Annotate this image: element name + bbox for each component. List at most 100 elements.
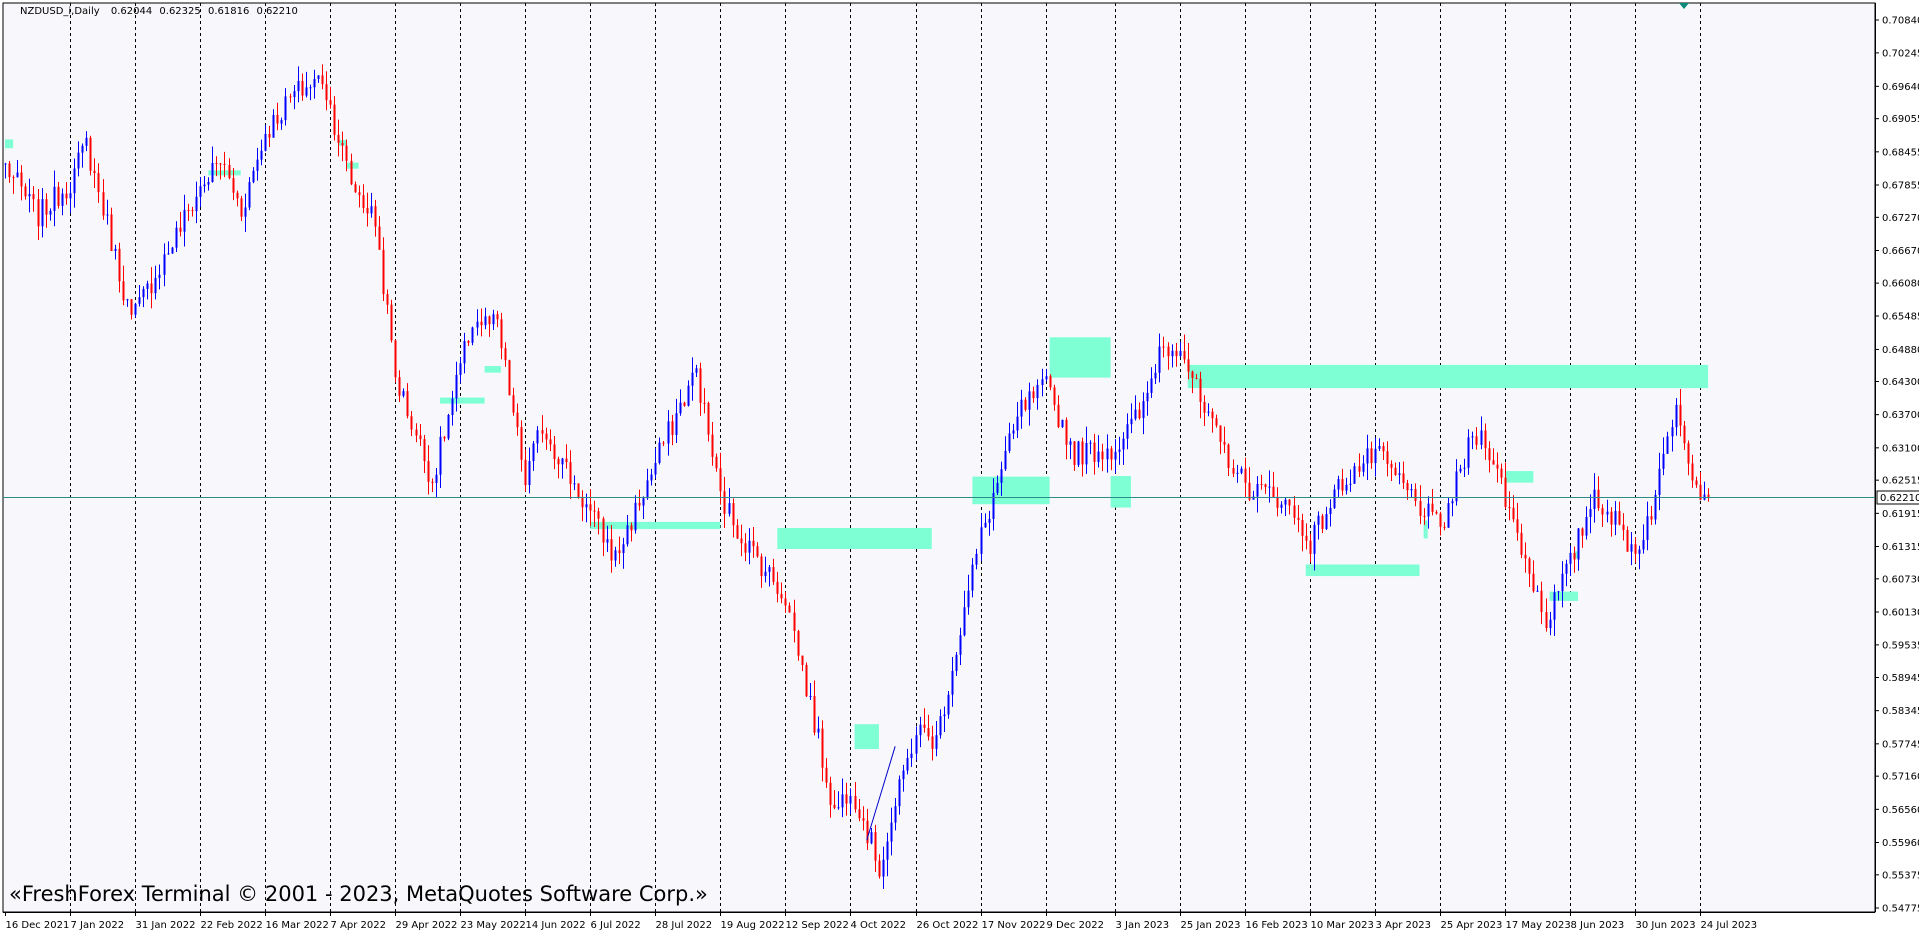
price-tick-label: 0.64300 bbox=[1882, 377, 1919, 388]
zone-rect[interactable] bbox=[590, 521, 721, 530]
candle-body bbox=[1496, 464, 1499, 469]
candle-body bbox=[370, 206, 373, 214]
candle-body bbox=[1353, 466, 1356, 484]
candle-body bbox=[671, 421, 674, 435]
candle-body bbox=[1536, 590, 1539, 592]
price-tick-label: 0.58945 bbox=[1882, 673, 1919, 684]
candle-body bbox=[581, 497, 584, 508]
candle-body bbox=[337, 134, 340, 143]
price-tick-label: 0.63700 bbox=[1882, 410, 1919, 421]
candle-body bbox=[1110, 448, 1113, 460]
open-value: 0.62044 bbox=[110, 6, 153, 17]
candle-body bbox=[1707, 494, 1710, 498]
candle-body bbox=[654, 463, 657, 475]
plot-area bbox=[2, 2, 1876, 913]
zone-rect[interactable] bbox=[1504, 471, 1534, 483]
candle-body bbox=[1232, 468, 1235, 474]
candle-body bbox=[813, 696, 816, 733]
candle-body bbox=[1321, 515, 1324, 529]
zone-rect[interactable] bbox=[1110, 476, 1131, 508]
candle-body bbox=[1406, 483, 1409, 491]
candle-body bbox=[89, 137, 92, 171]
candle-body bbox=[183, 209, 186, 232]
candle-body bbox=[248, 182, 251, 208]
candle-body bbox=[1122, 438, 1125, 450]
candle-body bbox=[398, 377, 401, 396]
close-value: 0.62210 bbox=[256, 6, 298, 17]
candle-body bbox=[4, 163, 7, 165]
candle-body bbox=[658, 442, 661, 464]
candle-body bbox=[1382, 446, 1385, 452]
candle-body bbox=[341, 142, 344, 146]
candle-body bbox=[1626, 530, 1629, 552]
candle-body bbox=[106, 214, 109, 216]
price-tick-label: 0.58345 bbox=[1882, 706, 1919, 717]
candle-body bbox=[723, 491, 726, 514]
candle-body bbox=[1410, 489, 1413, 491]
candle-body bbox=[366, 207, 369, 214]
candle-body bbox=[1553, 592, 1556, 620]
candle-body bbox=[744, 543, 747, 553]
zone-rect[interactable] bbox=[972, 476, 1050, 505]
candle-body bbox=[882, 859, 885, 877]
zone-rect[interactable] bbox=[346, 162, 359, 169]
candle-body bbox=[280, 120, 283, 124]
zone-rect[interactable] bbox=[484, 366, 501, 373]
candle-body bbox=[492, 314, 495, 325]
candle-body bbox=[1093, 442, 1096, 462]
time-tick-label: 17 Nov 2022 bbox=[982, 920, 1046, 931]
candle-body bbox=[37, 199, 40, 227]
candle-body bbox=[297, 80, 300, 92]
candle-body bbox=[1597, 489, 1600, 509]
candle-body bbox=[431, 481, 434, 483]
candle-body bbox=[1004, 450, 1007, 470]
candle-body bbox=[984, 522, 987, 528]
candle-body bbox=[886, 841, 889, 860]
candle-body bbox=[1622, 524, 1625, 531]
candle-body bbox=[585, 504, 588, 508]
time-tick-label: 12 Sep 2022 bbox=[786, 920, 849, 931]
candle-body bbox=[927, 727, 930, 737]
candle-body bbox=[577, 483, 580, 498]
candle-body bbox=[675, 413, 678, 435]
shift-marker-icon[interactable] bbox=[1679, 3, 1689, 9]
price-axis[interactable]: 0.70840 0.70245 0.69640 0.69055 0.68455 0.678… bbox=[1875, 3, 1919, 915]
candle-body bbox=[1171, 350, 1174, 357]
candle-body bbox=[207, 181, 210, 185]
zone-rect[interactable] bbox=[1187, 364, 1709, 389]
candle-body bbox=[293, 91, 296, 98]
candle-body bbox=[910, 753, 913, 759]
candle-body bbox=[837, 807, 840, 809]
zone-rect[interactable] bbox=[854, 724, 879, 750]
candle-body bbox=[175, 227, 178, 248]
price-tick-label: 0.67270 bbox=[1882, 213, 1919, 224]
candle-body bbox=[1646, 516, 1649, 540]
time-tick-label: 28 Jul 2022 bbox=[656, 920, 713, 931]
candle-body bbox=[553, 444, 556, 460]
symbol-info: NZDUSD_i,Daily 0.62044 0.62325 0.61816 0… bbox=[20, 6, 302, 17]
candle-body bbox=[1557, 591, 1560, 593]
zone-rect[interactable] bbox=[5, 139, 14, 149]
candle-body bbox=[228, 164, 231, 179]
candle-body bbox=[1687, 443, 1690, 464]
candle-body bbox=[569, 462, 572, 484]
candle-body bbox=[378, 226, 381, 250]
candle-body bbox=[638, 502, 641, 506]
candle-body bbox=[1691, 463, 1694, 481]
candle-body bbox=[268, 133, 271, 138]
candle-body bbox=[1162, 346, 1165, 348]
time-axis[interactable]: 16 Dec 2021 7 Jan 2022 31 Jan 2022 22 Feb 2… bbox=[3, 912, 1875, 931]
zone-rect[interactable] bbox=[1305, 564, 1420, 577]
zone-rect[interactable] bbox=[1049, 337, 1111, 378]
zone-rect[interactable] bbox=[439, 397, 485, 404]
zone-rect[interactable] bbox=[777, 527, 932, 549]
candle-body bbox=[1423, 515, 1426, 517]
candle-body bbox=[732, 503, 735, 526]
candle-body bbox=[1126, 424, 1129, 439]
candle-body bbox=[740, 538, 743, 544]
candle-body bbox=[1240, 468, 1243, 473]
candle-body bbox=[1195, 377, 1198, 379]
candle-body bbox=[1402, 473, 1405, 484]
candle-body bbox=[1427, 503, 1430, 517]
candle-body bbox=[443, 436, 446, 439]
